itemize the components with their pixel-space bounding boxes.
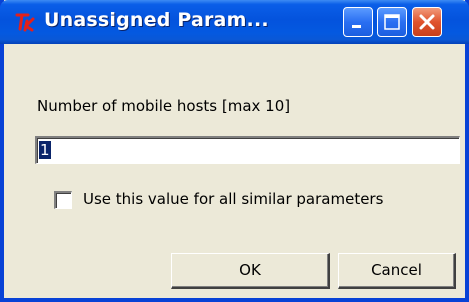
parameter-label: Number of mobile hosts [max 10]	[37, 97, 291, 115]
maximize-button[interactable]	[377, 7, 407, 37]
window-title: Unassigned Param...	[44, 9, 269, 31]
parameter-value: 1	[39, 141, 51, 159]
tk-feather-icon	[14, 11, 38, 33]
ok-button[interactable]: OK	[171, 253, 330, 289]
close-button[interactable]	[412, 7, 442, 37]
parameter-input[interactable]: 1	[35, 136, 460, 164]
use-for-all-label[interactable]: Use this value for all similar parameter…	[83, 190, 383, 208]
minimize-button[interactable]	[343, 7, 373, 37]
title-bar[interactable]: Unassigned Param...	[0, 0, 469, 44]
dialog-window: Unassigned Param... Number of mobile hos…	[0, 0, 469, 302]
use-for-all-checkbox[interactable]	[54, 191, 72, 209]
cancel-button[interactable]: Cancel	[338, 253, 456, 289]
